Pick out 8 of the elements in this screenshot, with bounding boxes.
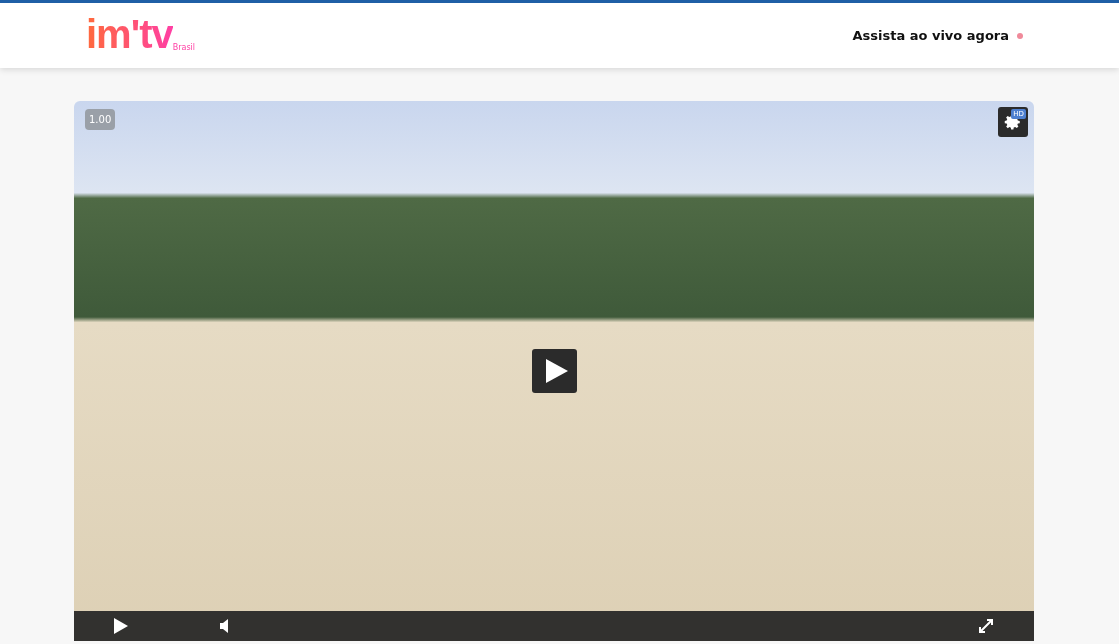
live-link[interactable]: Assista ao vivo agora <box>852 28 1009 43</box>
play-button[interactable] <box>532 349 577 393</box>
volume-icon[interactable] <box>220 619 230 633</box>
play-icon[interactable] <box>114 618 128 634</box>
fullscreen-icon[interactable] <box>978 618 994 634</box>
play-icon <box>545 359 568 383</box>
live-dot-icon <box>1017 32 1023 39</box>
playback-speed-badge[interactable]: 1.00 <box>85 109 116 130</box>
